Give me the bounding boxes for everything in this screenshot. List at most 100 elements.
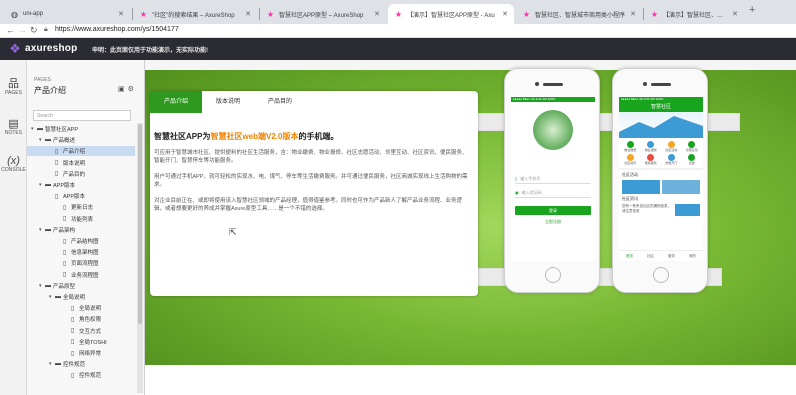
tree-item[interactable]: ▾ ▬ 产品架构 xyxy=(27,225,135,235)
service-grid: 物业缴费 物业报修 社区活动 邻里互动社区资讯 便民服务 智能开门 全部 xyxy=(619,138,703,168)
new-tab-button[interactable]: + xyxy=(749,4,755,16)
activity-image[interactable] xyxy=(622,180,660,194)
tree-item[interactable]: ▾ ▬ 控件规范 xyxy=(27,359,135,369)
folder-icon: ▬ xyxy=(55,294,61,300)
tree-item[interactable]: ▾ ▬ 产品原型 xyxy=(27,281,135,291)
phone-input[interactable]: ▯ 输入手机号 xyxy=(515,174,591,184)
tree-item[interactable]: ▯ APP版本 xyxy=(27,191,135,201)
star-icon: ★ xyxy=(522,9,531,19)
login-button[interactable]: 登录 xyxy=(515,206,591,215)
tree-item[interactable]: ▾ ▬ 全局说明 xyxy=(27,292,135,302)
page-icon: ▯ xyxy=(71,372,75,379)
tree-item[interactable]: ▯ 更新日志 xyxy=(27,202,135,212)
tree-item[interactable]: ▯ 网络异常 xyxy=(27,348,135,358)
service-item[interactable]: 便民服务 xyxy=(642,154,661,165)
tree-item-label: 功能列表 xyxy=(71,216,94,223)
back-button[interactable]: ← xyxy=(6,25,15,35)
star-icon: ★ xyxy=(394,9,403,19)
code-input[interactable]: ▣ 输入验证码 xyxy=(515,188,591,198)
tree-item[interactable]: ▯ 信息架构图 xyxy=(27,247,135,257)
browser-tab[interactable]: ◍ uni-app ✕ xyxy=(4,4,130,24)
speaker xyxy=(543,83,563,86)
tree-item[interactable]: ▯ 全局TOSHI xyxy=(27,337,135,347)
tab-version[interactable]: 版本说明 xyxy=(202,91,255,113)
section-title: 社区活动 xyxy=(619,168,703,180)
close-icon[interactable]: ✕ xyxy=(245,10,251,18)
tree-item[interactable]: ▯ 业务流程图 xyxy=(27,270,135,280)
close-icon[interactable]: ✕ xyxy=(374,10,380,18)
forward-button[interactable]: → xyxy=(18,25,27,35)
console-rail-button[interactable]: (x) CONSOLE xyxy=(0,155,27,173)
reload-button[interactable]: ↻ xyxy=(30,25,38,36)
tree-item[interactable]: ▯ 页面流程图 xyxy=(27,258,135,268)
page-icon: ▯ xyxy=(63,238,67,245)
search-input[interactable]: Search xyxy=(33,110,131,121)
scrollbar-thumb[interactable] xyxy=(138,124,142,324)
close-icon[interactable]: ✕ xyxy=(502,10,508,18)
url-field[interactable]: https://www.axureshop.com/ys/1504177 xyxy=(55,26,179,33)
page-icon: ▯ xyxy=(55,160,59,167)
phone-screen: ●●●●● BELL 4G 9:41 AM 100% ▯ 输入手机号 ▣ 输入验证码… xyxy=(511,97,595,261)
title-part: 智慧社区APP为 xyxy=(154,132,211,141)
tree-item[interactable]: ▾ ▬ APP版本 xyxy=(27,180,135,190)
bottom-nav-item[interactable]: 服务 xyxy=(668,254,675,259)
service-icon xyxy=(688,141,696,148)
tree-item[interactable]: ▯ 产品结构图 xyxy=(27,236,135,246)
browser-tab[interactable]: ★ 智慧社区、智慧城市商用类小程序 ✕ xyxy=(516,4,642,24)
tree-item[interactable]: ▯ 产品目的 xyxy=(27,169,135,179)
browser-tab[interactable]: ★ 【演示】智慧社区、智慧城市商用✕ xyxy=(644,4,744,24)
service-item[interactable]: 社区活动 xyxy=(662,141,681,152)
activity-image[interactable] xyxy=(662,180,700,194)
browser-tab[interactable]: ★ 智慧社区APP原型 – AxureShop ✕ xyxy=(260,4,386,24)
tree-item[interactable]: ▾ ▬ 智慧社区APP xyxy=(27,124,135,134)
bottom-nav-item[interactable]: 我的 xyxy=(689,254,696,259)
bottom-nav-item[interactable]: 社区 xyxy=(647,254,654,259)
lock-icon[interactable]: 🔒︎ xyxy=(44,26,48,34)
service-item[interactable]: 物业报修 xyxy=(642,141,661,152)
news-item[interactable]: 您有一条来自社区的通知信息，请注意查收 xyxy=(619,204,703,216)
page-icon: ▯ xyxy=(71,305,75,312)
folder-icon: ▬ xyxy=(37,126,43,132)
register-link[interactable]: 立即注册 xyxy=(511,219,595,225)
tree-item[interactable]: ▯ 角色权限 xyxy=(27,314,135,324)
close-icon[interactable]: ✕ xyxy=(732,10,738,18)
service-item[interactable]: 全部 xyxy=(683,154,702,165)
tree-item[interactable]: ▯ 交互方式 xyxy=(27,326,135,336)
service-item[interactable]: 邻里互动 xyxy=(683,141,702,152)
service-icon xyxy=(626,141,634,148)
pages-rail-button[interactable]: 品 PAGES xyxy=(0,78,27,96)
tree-item[interactable]: ▯ 全局说明 xyxy=(27,303,135,313)
tab-intro[interactable]: 产品介绍 xyxy=(150,91,203,113)
tree-item[interactable]: ▾ ▬ 产品概述 xyxy=(27,135,135,145)
banner-graphic xyxy=(619,116,703,138)
tree-item[interactable]: ▯ 版本说明 xyxy=(27,158,135,168)
service-icon xyxy=(647,141,655,148)
tree-item-label: 全局说明 xyxy=(63,295,86,301)
axure-top-bar: ❖ axureshop 申明：此页面仅用于功能演示，无实际功能! xyxy=(0,38,796,60)
close-icon[interactable]: ✕ xyxy=(630,10,636,18)
star-icon: ★ xyxy=(266,9,275,19)
tree-item[interactable]: ▯ 产品介绍 xyxy=(27,146,135,157)
panel-tools: ▣⚙ xyxy=(118,85,137,93)
collapse-icon[interactable]: ▣ xyxy=(118,86,128,93)
lock-icon: ▣ xyxy=(515,190,519,195)
close-icon[interactable]: ✕ xyxy=(118,10,124,18)
tree-item-label: 产品原型 xyxy=(53,283,76,290)
bottom-nav-item[interactable]: 首页 xyxy=(626,254,633,259)
folder-icon: ▬ xyxy=(45,137,51,144)
tree-item[interactable]: ▯ 控件规范 xyxy=(27,370,135,380)
settings-icon[interactable]: ⚙ xyxy=(128,86,137,93)
tree-item[interactable]: ▯ 功能列表 xyxy=(27,214,135,224)
variable-icon: (x) xyxy=(7,155,20,167)
service-item[interactable]: 社区资讯 xyxy=(621,154,640,165)
tree-item-label: 信息架构图 xyxy=(71,250,99,257)
tab-purpose[interactable]: 产品目的 xyxy=(254,91,307,113)
tree-item-label: 业务流程图 xyxy=(71,272,99,279)
browser-tab[interactable]: ★ "社区"的搜索结果 – AxureShop ✕ xyxy=(133,4,257,24)
service-icon xyxy=(688,154,696,161)
browser-tab-active[interactable]: ★ 【演示】智慧社区APP原型 - Axu ✕ xyxy=(388,4,514,24)
service-item[interactable]: 物业缴费 xyxy=(621,141,640,152)
tree-item-label: 网络异常 xyxy=(79,351,102,357)
notes-rail-button[interactable]: ▤ NOTES xyxy=(0,118,27,136)
service-item[interactable]: 智能开门 xyxy=(662,154,681,165)
